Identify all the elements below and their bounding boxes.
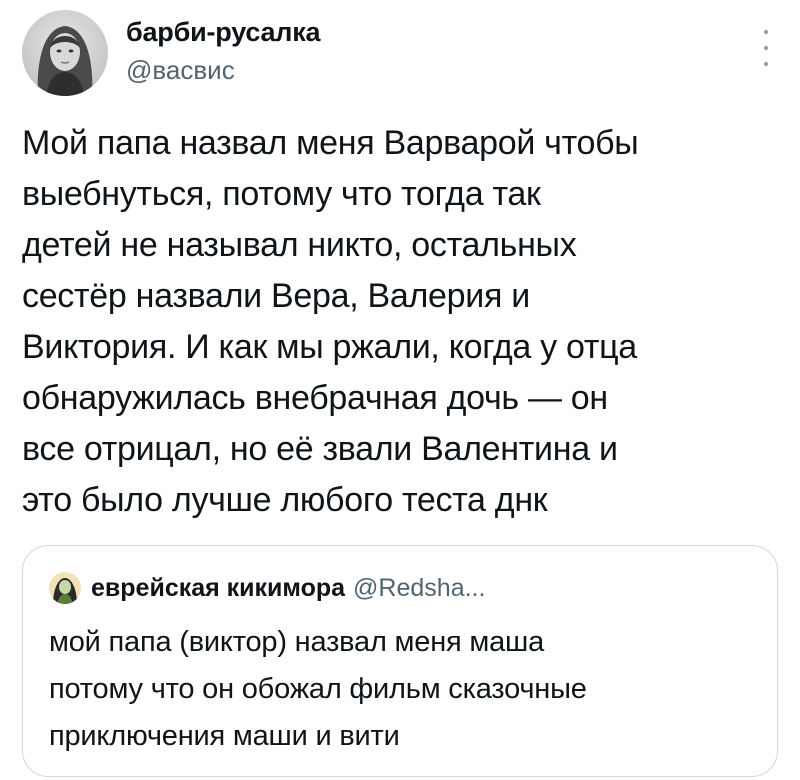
tweet-text: Мой папа назвал меня Варварой чтобы выеб… xyxy=(22,118,782,526)
more-dot xyxy=(764,62,768,66)
tweet-text-line: все отрицал, но её звали Валентина и xyxy=(22,430,618,468)
tweet-text-line: это было лучше любого теста днк xyxy=(22,481,548,519)
tweet-text-line: Мой папа назвал меня Варварой чтобы xyxy=(22,124,639,162)
more-dot xyxy=(764,46,768,50)
user-avatar-photo-icon xyxy=(22,10,108,96)
more-options-icon[interactable] xyxy=(760,30,772,66)
quoted-tweet-header: еврейская кикимора @Redsha... xyxy=(49,572,485,604)
quoted-author-display-name: еврейская кикимора xyxy=(91,573,346,602)
quoted-author-handle: @Redsha... xyxy=(353,573,486,602)
user-avatar-photo-icon xyxy=(49,572,81,604)
tweet-text-line: детей не называл никто, остальных xyxy=(22,226,577,264)
quoted-text-line: мой папа (виктор) назвал меня маша xyxy=(49,626,545,658)
quoted-text-line: потому что он обожал фильм сказочные xyxy=(49,673,587,705)
tweet-text-line: сестёр назвали Вера, Валерия и xyxy=(22,277,530,315)
quoted-tweet[interactable]: еврейская кикимора @Redsha... мой папа (… xyxy=(22,545,778,777)
more-dot xyxy=(764,30,768,34)
author-display-name[interactable]: барби-русалка xyxy=(126,16,321,48)
tweet-text-line: обнаружилась внебрачная дочь — он xyxy=(22,379,608,417)
quoted-text-line: приключения маши и вити xyxy=(49,720,400,752)
author-avatar[interactable] xyxy=(22,10,108,96)
tweet-text-line: выебнуться, потому что тогда так xyxy=(22,175,541,213)
author-info: барби-русалка @васвис xyxy=(126,16,321,86)
author-handle[interactable]: @васвис xyxy=(126,54,320,86)
tweet-card: барби-русалка @васвис Мой папа назвал ме… xyxy=(0,0,800,780)
tweet-text-line: Виктория. И как мы ржали, когда у отца xyxy=(22,328,637,366)
quoted-tweet-text: мой папа (виктор) назвал меня маша потом… xyxy=(49,619,749,760)
quoted-author-avatar[interactable] xyxy=(49,572,81,604)
